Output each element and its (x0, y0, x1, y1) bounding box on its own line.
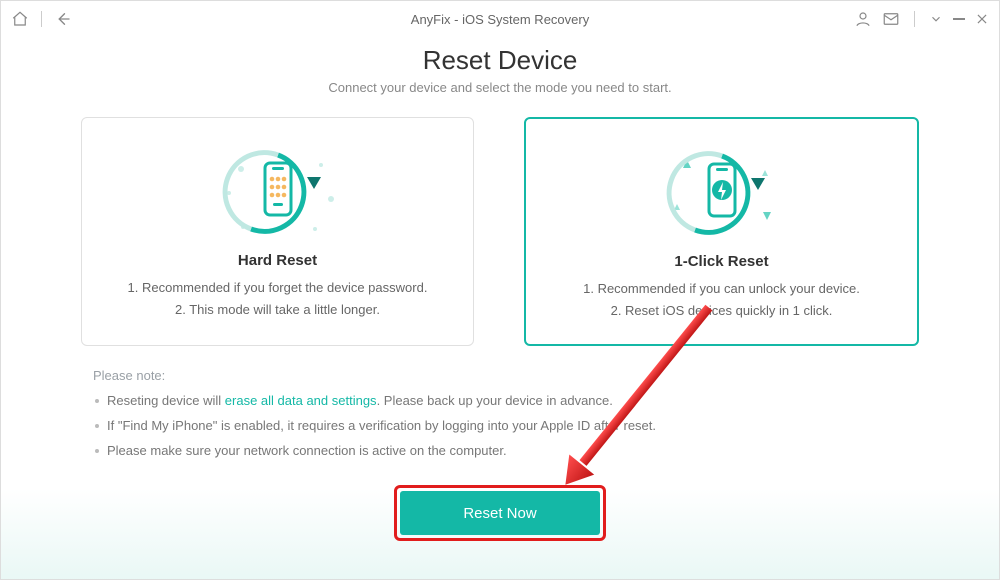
back-icon[interactable] (54, 10, 72, 28)
user-icon[interactable] (854, 10, 872, 28)
divider (914, 11, 915, 27)
hard-reset-icon (92, 136, 463, 246)
oneclick-reset-icon (536, 137, 907, 247)
card-1click-reset[interactable]: 1-Click Reset 1. Recommended if you can … (524, 117, 919, 346)
card-hard-reset[interactable]: Hard Reset 1. Recommended if you forget … (81, 117, 474, 346)
annotation-highlight-box: Reset Now (394, 485, 606, 541)
dash-icon[interactable] (953, 18, 965, 20)
close-icon[interactable] (975, 10, 989, 28)
card-title-1click: 1-Click Reset (536, 253, 907, 270)
card-title-hard: Hard Reset (92, 252, 463, 269)
note-item: If "Find My iPhone" is enabled, it requi… (93, 414, 907, 439)
window-title: AnyFix - iOS System Recovery (1, 12, 999, 27)
notes-section: Please note: Reseting device will erase … (93, 368, 907, 463)
titlebar: AnyFix - iOS System Recovery (1, 1, 999, 37)
card-line: 1. Recommended if you can unlock your de… (536, 278, 907, 300)
card-line: 2. This mode will take a little longer. (92, 299, 463, 321)
page-subtitle: Connect your device and select the mode … (1, 80, 999, 95)
minimize-icon[interactable] (929, 10, 943, 28)
note-item: Reseting device will erase all data and … (93, 389, 907, 414)
page-title: Reset Device (1, 45, 999, 76)
page-heading: Reset Device Connect your device and sel… (1, 45, 999, 95)
card-line: 1. Recommended if you forget the device … (92, 277, 463, 299)
notes-label: Please note: (93, 368, 907, 383)
reset-now-button[interactable]: Reset Now (400, 491, 600, 535)
note-text: . Please back up your device in advance. (377, 393, 613, 408)
mode-cards: Hard Reset 1. Recommended if you forget … (81, 117, 919, 346)
card-line: 2. Reset iOS devices quickly in 1 click. (536, 300, 907, 322)
home-icon[interactable] (11, 10, 29, 28)
divider (41, 11, 42, 27)
note-item: Please make sure your network connection… (93, 439, 907, 464)
note-text: Reseting device will (107, 393, 225, 408)
cta-wrap: Reset Now (1, 485, 999, 541)
note-highlight: erase all data and settings (225, 393, 377, 408)
mail-icon[interactable] (882, 10, 900, 28)
